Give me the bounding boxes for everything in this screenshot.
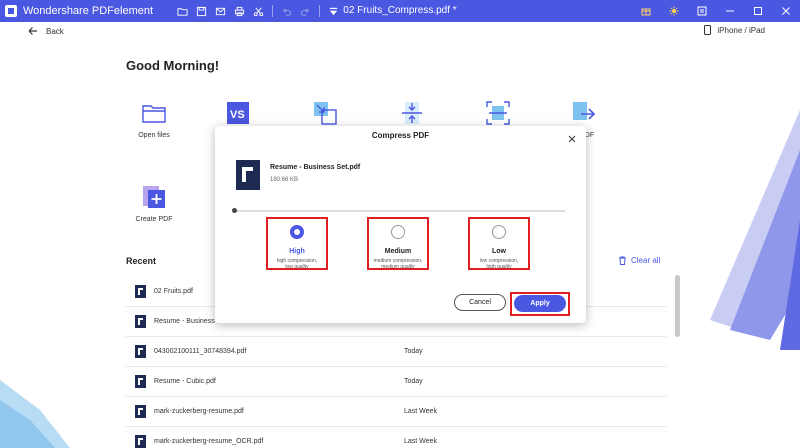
redo-icon[interactable] (296, 0, 315, 22)
phone-icon (704, 25, 712, 35)
recent-heading: Recent (126, 256, 157, 266)
title-bar: Wondershare PDFelement 02 Fruits_Compres… (0, 0, 800, 22)
file-name: 02 Fruits.pdf (154, 288, 193, 295)
dialog-title: Compress PDF (371, 131, 430, 140)
compression-slider-handle[interactable] (232, 208, 237, 213)
clear-all-label: Clear all (631, 256, 661, 265)
apply-button[interactable]: Apply (514, 295, 566, 312)
pdf-file-icon (135, 435, 146, 448)
cancel-button[interactable]: Cancel (454, 294, 506, 311)
save-icon[interactable] (192, 0, 211, 22)
device-label: iPhone / iPad (717, 25, 765, 35)
pdf-file-icon (135, 285, 146, 298)
close-window-icon[interactable] (772, 0, 800, 22)
back-label: Back (46, 26, 64, 36)
theme-sun-icon[interactable] (660, 0, 688, 22)
dialog-file-name: Resume - Business Set.pdf (270, 164, 361, 171)
email-icon[interactable] (211, 0, 230, 22)
compress-pdf-dialog: Compress PDF Resume - Business Set.pdf 1… (215, 126, 586, 323)
radio-low[interactable] (492, 225, 506, 239)
device-transfer-button[interactable]: iPhone / iPad (704, 24, 765, 36)
recent-file-row[interactable]: mark-zuckerberg-resume_OCR.pdf Last Week (126, 427, 666, 448)
close-icon (568, 135, 576, 143)
arrow-left-icon (28, 27, 37, 35)
recent-scrollbar[interactable] (675, 275, 680, 337)
recent-file-row[interactable]: mark-zuckerberg-resume.pdf Last Week (126, 397, 666, 427)
dialog-file-size: 180.66 KB (270, 177, 299, 183)
minimize-icon[interactable] (716, 0, 744, 22)
decorative-shapes-left (0, 370, 80, 448)
option-medium[interactable]: Medium medium compression, medium quality (367, 217, 429, 270)
window-menu-icon[interactable] (688, 0, 716, 22)
window-controls (632, 0, 800, 22)
combine-arrows-icon (312, 100, 338, 126)
convert-vs-icon: VS (225, 100, 251, 126)
dialog-close-button[interactable] (568, 130, 578, 143)
file-name: mark-zuckerberg-resume.pdf (154, 408, 244, 415)
option-description: low compression, high quality (479, 258, 519, 270)
open-folder-icon[interactable] (173, 0, 192, 22)
quick-toolbar (173, 0, 343, 22)
folder-icon (141, 100, 167, 126)
radio-high[interactable] (290, 225, 304, 239)
pdf-file-icon (236, 160, 260, 190)
file-date: Last Week (404, 408, 437, 415)
compress-icon (399, 100, 425, 126)
file-date: Today (404, 348, 423, 355)
scan-ocr-icon (485, 100, 511, 126)
recent-file-row[interactable]: 043002100111_30748394.pdf Today (126, 337, 666, 367)
option-label: Low (492, 248, 506, 255)
option-label: Medium (384, 248, 412, 255)
tile-create-pdf[interactable]: Create PDF (119, 184, 189, 223)
export-pdf-icon (571, 100, 597, 126)
toolbar-separator (272, 5, 274, 17)
file-name: 043002100111_30748394.pdf (154, 348, 247, 355)
create-pdf-icon (141, 184, 167, 210)
maximize-icon[interactable] (744, 0, 772, 22)
tile-label: Create PDF (135, 216, 173, 223)
clear-all-button[interactable]: Clear all (618, 256, 660, 265)
option-high[interactable]: High high compression, low quality (266, 217, 328, 270)
tile-label: Open files (138, 132, 170, 139)
trash-icon (619, 256, 626, 265)
svg-text:VS: VS (230, 109, 245, 121)
pdf-file-icon (135, 315, 146, 328)
undo-icon[interactable] (277, 0, 296, 22)
file-date: Last Week (404, 438, 437, 445)
compression-slider[interactable] (235, 210, 565, 212)
pdf-file-icon (135, 375, 146, 388)
print-icon[interactable] (230, 0, 249, 22)
pdf-file-icon (135, 345, 146, 358)
dropdown-menu-icon[interactable] (324, 0, 343, 22)
decorative-shapes-right (710, 90, 800, 350)
option-description: high compression, low quality (276, 258, 318, 270)
gift-icon[interactable] (632, 0, 660, 22)
file-date: Today (404, 378, 423, 385)
greeting-title: Good Morning! (126, 58, 220, 73)
option-low[interactable]: Low low compression, high quality (468, 217, 530, 270)
app-name: Wondershare PDFelement (23, 5, 154, 17)
file-name: mark-zuckerberg-resume_OCR.pdf (154, 438, 264, 445)
option-description: medium compression, medium quality (373, 258, 423, 270)
file-name: Resume - Cubic.pdf (154, 378, 216, 385)
tile-open-files[interactable]: Open files (119, 100, 189, 139)
radio-medium[interactable] (391, 225, 405, 239)
option-label: High (289, 248, 305, 255)
back-button[interactable]: Back (28, 25, 64, 37)
toolbar-separator (319, 5, 321, 17)
recent-file-row[interactable]: Resume - Cubic.pdf Today (126, 367, 666, 397)
scissors-icon[interactable] (249, 0, 268, 22)
app-logo-icon (5, 5, 17, 17)
file-name: Resume - Business (154, 318, 215, 325)
pdf-file-icon (135, 405, 146, 418)
